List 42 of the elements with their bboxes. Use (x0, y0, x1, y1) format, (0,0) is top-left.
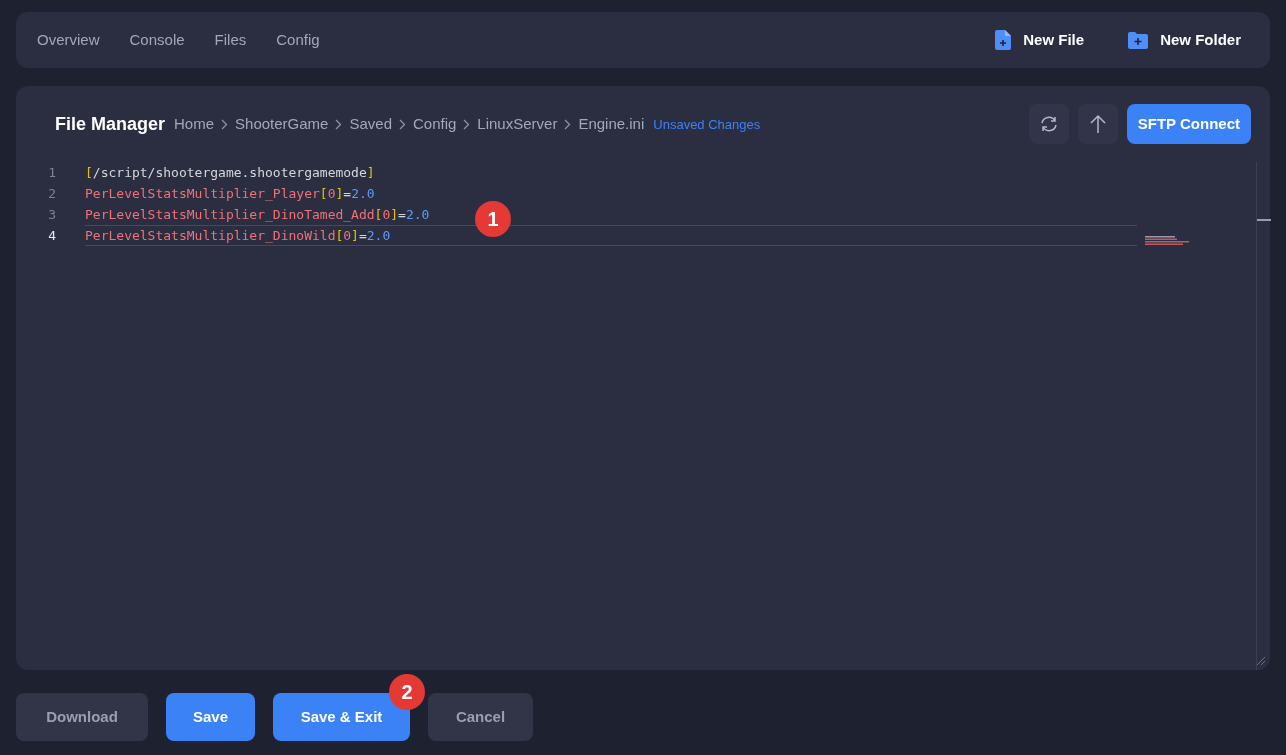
chevron-icon (463, 118, 471, 130)
nav-tab[interactable]: Overview (37, 28, 100, 52)
step-marker: 2 (389, 674, 425, 710)
toolbar-button[interactable]: New File (995, 28, 1085, 52)
minimap-drawing (1145, 236, 1191, 246)
breadcrumb-link[interactable]: Saved (349, 112, 392, 136)
refresh-icon (1038, 115, 1059, 133)
code-line: PerLevelStatsMultiplier_Player[0]=2.0 (85, 184, 375, 203)
code-line: PerLevelStatsMultiplier_DinoWild[0]=2.0 (85, 226, 391, 245)
chevron-icon (335, 118, 343, 130)
refresh-button[interactable] (1028, 104, 1069, 144)
sftp-connect-button[interactable]: SFTP Connect (1126, 104, 1251, 144)
breadcrumb-link[interactable]: Config (413, 112, 457, 136)
breadcrumb-link[interactable]: Home (174, 112, 215, 136)
new-file-icon (995, 30, 1012, 50)
line-number: 1 (47, 163, 56, 182)
line-number: 2 (47, 184, 56, 203)
scrollbar-thumb[interactable] (1257, 219, 1271, 221)
arrow-up-icon (1089, 114, 1106, 134)
action-button[interactable]: Save (166, 693, 255, 741)
step-marker: 1 (475, 201, 511, 237)
breadcrumb-link[interactable]: ShooterGame (235, 112, 329, 136)
code-line: [/script/shootergame.shootergamemode] (85, 163, 375, 182)
nav-tab[interactable]: Console (129, 28, 185, 52)
chevron-icon (564, 118, 572, 130)
line-number: 3 (47, 205, 56, 224)
code-line: PerLevelStatsMultiplier_DinoTamed_Add[0]=2.0 (85, 205, 430, 224)
action-button[interactable]: Download (16, 693, 148, 741)
unsaved-status: Unsaved Changes (653, 116, 761, 135)
chevron-icon (399, 118, 406, 130)
line-number: 4 (47, 226, 56, 245)
action-button[interactable]: Cancel (428, 693, 533, 741)
chevron-icon (221, 118, 229, 130)
breadcrumb-link[interactable]: Engine.ini (578, 112, 645, 136)
resize-handle-icon[interactable] (1256, 656, 1266, 666)
nav-tab[interactable]: Files (214, 28, 247, 52)
toolbar-button[interactable]: New Folder (1128, 28, 1241, 52)
new-folder-icon (1128, 31, 1149, 49)
panel-title: File Manager (55, 112, 166, 136)
breadcrumb-link[interactable]: LinuxServer (477, 112, 558, 136)
nav-tab[interactable]: Config (276, 28, 320, 52)
upload-button[interactable] (1077, 104, 1118, 144)
